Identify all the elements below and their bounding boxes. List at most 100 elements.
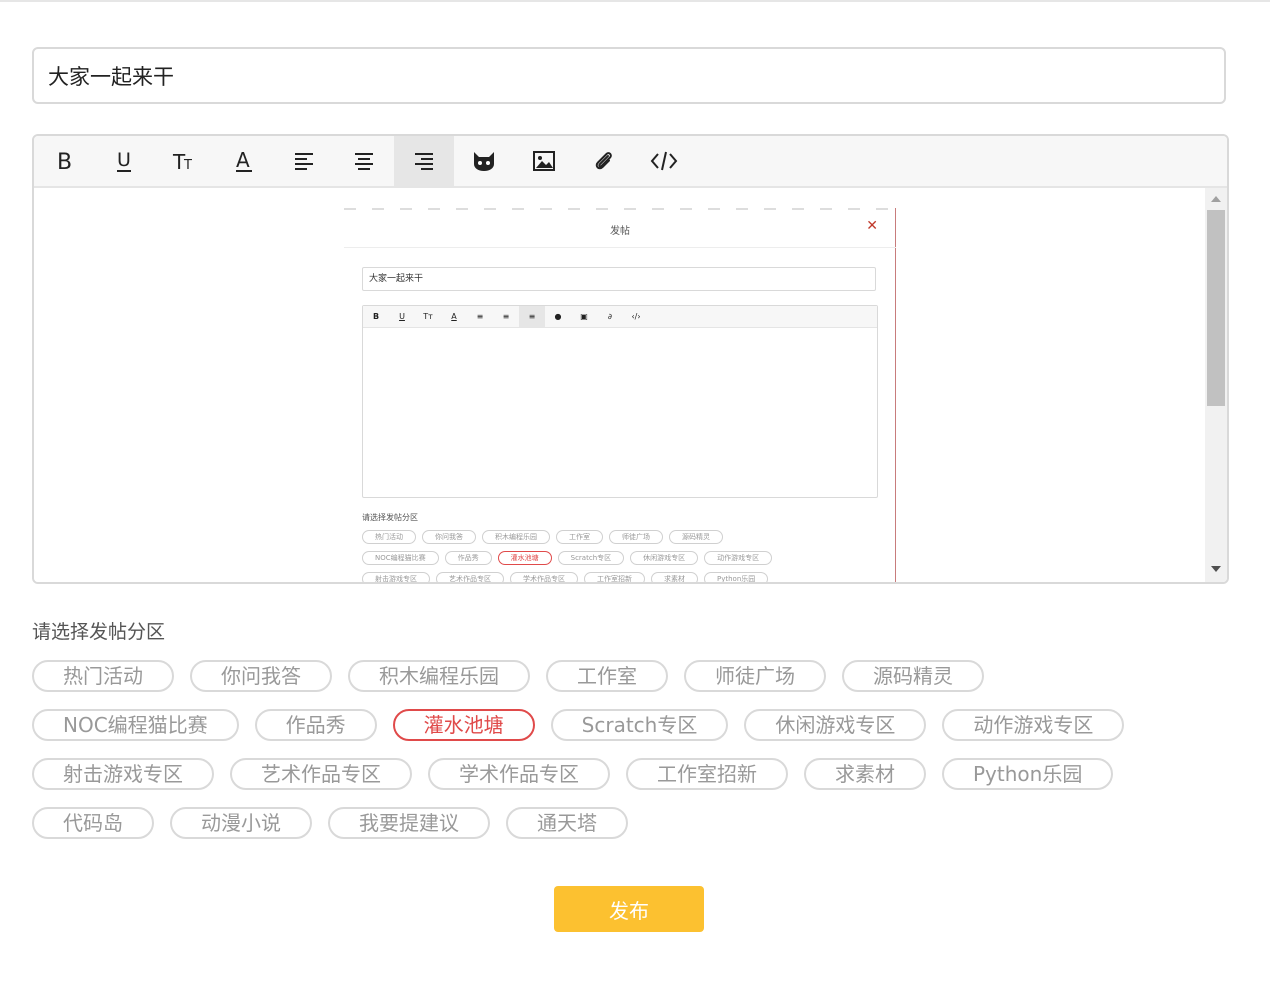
category-tag[interactable]: NOC编程猫比赛	[32, 709, 239, 741]
embedded-code-icon: ‹/›	[631, 312, 641, 321]
embedded-tag: 艺术作品专区	[436, 572, 504, 582]
align-center-button[interactable]	[334, 136, 394, 186]
scroll-down-arrow-icon[interactable]	[1205, 560, 1227, 578]
font-color-button[interactable]: A	[214, 136, 274, 186]
section-label: 请选择发帖分区	[32, 621, 166, 643]
category-tag[interactable]: 学术作品专区	[428, 758, 610, 790]
scroll-up-arrow-icon[interactable]	[1205, 190, 1227, 208]
svg-text:T: T	[183, 158, 192, 173]
embedded-tag: 作品秀	[444, 551, 492, 565]
image-icon	[533, 151, 555, 171]
attachment-button[interactable]	[574, 136, 634, 186]
embedded-tag: 射击游戏专区	[362, 572, 430, 582]
tag-row: 代码岛 动漫小说 我要提建议 通天塔	[32, 807, 1232, 839]
embedded-section-label: 请选择发帖分区	[362, 513, 418, 522]
rich-text-editor[interactable]: B U TT A 发帖 ✕ 大家一起来干 B U Tт A ≡ ≡ ≡ ● ▣ …	[32, 134, 1229, 584]
embedded-tag: 学术作品专区	[510, 572, 578, 582]
category-tag[interactable]: 热门活动	[32, 660, 174, 692]
align-right-icon	[415, 153, 433, 170]
bold-icon: B	[57, 150, 72, 172]
code-icon	[650, 151, 678, 171]
embedded-tag: 积木编程乐园	[482, 530, 550, 544]
font-size-icon: TT	[172, 150, 192, 173]
category-tag[interactable]: 积木编程乐园	[348, 660, 530, 692]
align-center-icon	[355, 153, 373, 170]
embedded-tag: 求素材	[651, 572, 698, 582]
editor-content[interactable]: 发帖 ✕ 大家一起来干 B U Tт A ≡ ≡ ≡ ● ▣ ∂ ‹/› 请选择…	[34, 188, 1205, 582]
insert-image-button[interactable]	[514, 136, 574, 186]
embedded-tag: 工作室	[556, 530, 603, 544]
scrollbar-thumb[interactable]	[1207, 210, 1225, 406]
category-tag[interactable]: 作品秀	[254, 709, 377, 741]
embedded-tag: 工作室招新	[584, 572, 645, 582]
embedded-tag: 动作游戏专区	[704, 551, 773, 565]
align-left-button[interactable]	[274, 136, 334, 186]
category-tag[interactable]: 休闲游戏专区	[744, 709, 927, 741]
attachment-icon	[595, 152, 612, 170]
align-left-icon	[295, 153, 313, 170]
emoji-button[interactable]	[454, 136, 514, 186]
embedded-align-center-icon: ≡	[502, 312, 510, 321]
embedded-tag: 休闲游戏专区	[630, 551, 699, 565]
embedded-tag: 灌水池塘	[497, 551, 552, 565]
embedded-attachment-icon: ∂	[607, 312, 613, 321]
category-tag[interactable]: 你问我答	[190, 660, 332, 692]
tag-row: NOC编程猫比赛 作品秀 灌水池塘 Scratch专区 休闲游戏专区 动作游戏专区	[32, 709, 1232, 741]
top-divider	[0, 0, 1270, 2]
category-tag[interactable]: 通天塔	[506, 807, 628, 839]
embedded-tag-list: 热门活动 你问我答 积木编程乐园 工作室 师徒广场 源码精灵 NOC编程猫比赛 作品秀 灌水池塘…	[362, 530, 862, 582]
category-tag[interactable]: 代码岛	[32, 807, 154, 839]
category-tag-selected[interactable]: 灌水池塘	[392, 709, 535, 741]
embedded-tag: 师徒广场	[609, 530, 663, 544]
embedded-tag-row: 热门活动 你问我答 积木编程乐园 工作室 师徒广场 源码精灵	[362, 530, 862, 544]
svg-text:U: U	[117, 149, 131, 171]
editor-toolbar: B U TT A	[34, 136, 1227, 188]
embedded-align-left-icon: ≡	[476, 312, 484, 321]
category-tag[interactable]: 工作室招新	[626, 758, 788, 790]
embedded-tag: 源码精灵	[669, 530, 723, 544]
embedded-close-icon: ✕	[866, 218, 878, 234]
embedded-underline-icon: U	[399, 312, 405, 321]
align-right-button[interactable]	[394, 136, 454, 186]
embedded-toolbar: B U Tт A ≡ ≡ ≡ ● ▣ ∂ ‹/›	[363, 306, 877, 328]
category-tag[interactable]: 师徒广场	[684, 660, 826, 692]
embedded-tag: 热门活动	[362, 530, 416, 544]
embedded-dialog-header: 发帖 ✕	[344, 210, 896, 248]
category-tag[interactable]: 求素材	[804, 758, 926, 790]
category-tag[interactable]: 艺术作品专区	[230, 758, 412, 790]
embedded-bold-icon: B	[372, 312, 380, 321]
underline-icon: U	[117, 149, 131, 172]
publish-button[interactable]: 发布	[554, 886, 704, 932]
embedded-tag-row: NOC编程猫比赛 作品秀 灌水池塘 Scratch专区 休闲游戏专区 动作游戏专区	[362, 551, 862, 565]
svg-text:A: A	[236, 149, 250, 172]
embedded-tag: 你问我答	[422, 530, 476, 544]
embedded-image-icon: ▣	[580, 312, 588, 321]
post-title-input[interactable]	[32, 47, 1226, 104]
font-size-button[interactable]: TT	[154, 136, 214, 186]
category-tag[interactable]: 工作室	[546, 660, 668, 692]
embedded-screenshot: 发帖 ✕ 大家一起来干 B U Tт A ≡ ≡ ≡ ● ▣ ∂ ‹/› 请选择…	[344, 208, 896, 582]
embedded-emoji-icon: ●	[554, 312, 562, 321]
embedded-tag-row: 射击游戏专区 艺术作品专区 学术作品专区 工作室招新 求素材 Python乐园	[362, 572, 862, 582]
embedded-font-size-icon: Tт	[423, 312, 433, 321]
category-tag[interactable]: Scratch专区	[550, 709, 729, 741]
category-tag[interactable]: 动漫小说	[170, 807, 312, 839]
category-tag[interactable]: 射击游戏专区	[32, 758, 214, 790]
embedded-tag: Python乐园	[704, 572, 769, 582]
code-button[interactable]	[634, 136, 694, 186]
embedded-editor: B U Tт A ≡ ≡ ≡ ● ▣ ∂ ‹/›	[362, 305, 878, 498]
category-tag[interactable]: 我要提建议	[328, 807, 490, 839]
embedded-dialog-title: 发帖	[610, 226, 630, 237]
category-tag[interactable]: 源码精灵	[842, 660, 984, 692]
underline-button[interactable]: U	[94, 136, 154, 186]
bold-button[interactable]: B	[34, 136, 94, 186]
tag-row: 热门活动 你问我答 积木编程乐园 工作室 师徒广场 源码精灵	[32, 660, 1232, 692]
editor-scrollbar[interactable]	[1205, 188, 1227, 582]
embedded-title-input: 大家一起来干	[362, 267, 876, 291]
font-color-icon: A	[236, 149, 252, 172]
category-tag-list: 热门活动 你问我答 积木编程乐园 工作室 师徒广场 源码精灵 NOC编程猫比赛 作品秀 灌水池塘…	[32, 660, 1232, 856]
emoji-cat-icon	[474, 152, 494, 171]
category-tag[interactable]: Python乐园	[942, 758, 1114, 790]
category-tag[interactable]: 动作游戏专区	[942, 709, 1125, 741]
tag-row: 射击游戏专区 艺术作品专区 学术作品专区 工作室招新 求素材 Python乐园	[32, 758, 1232, 790]
